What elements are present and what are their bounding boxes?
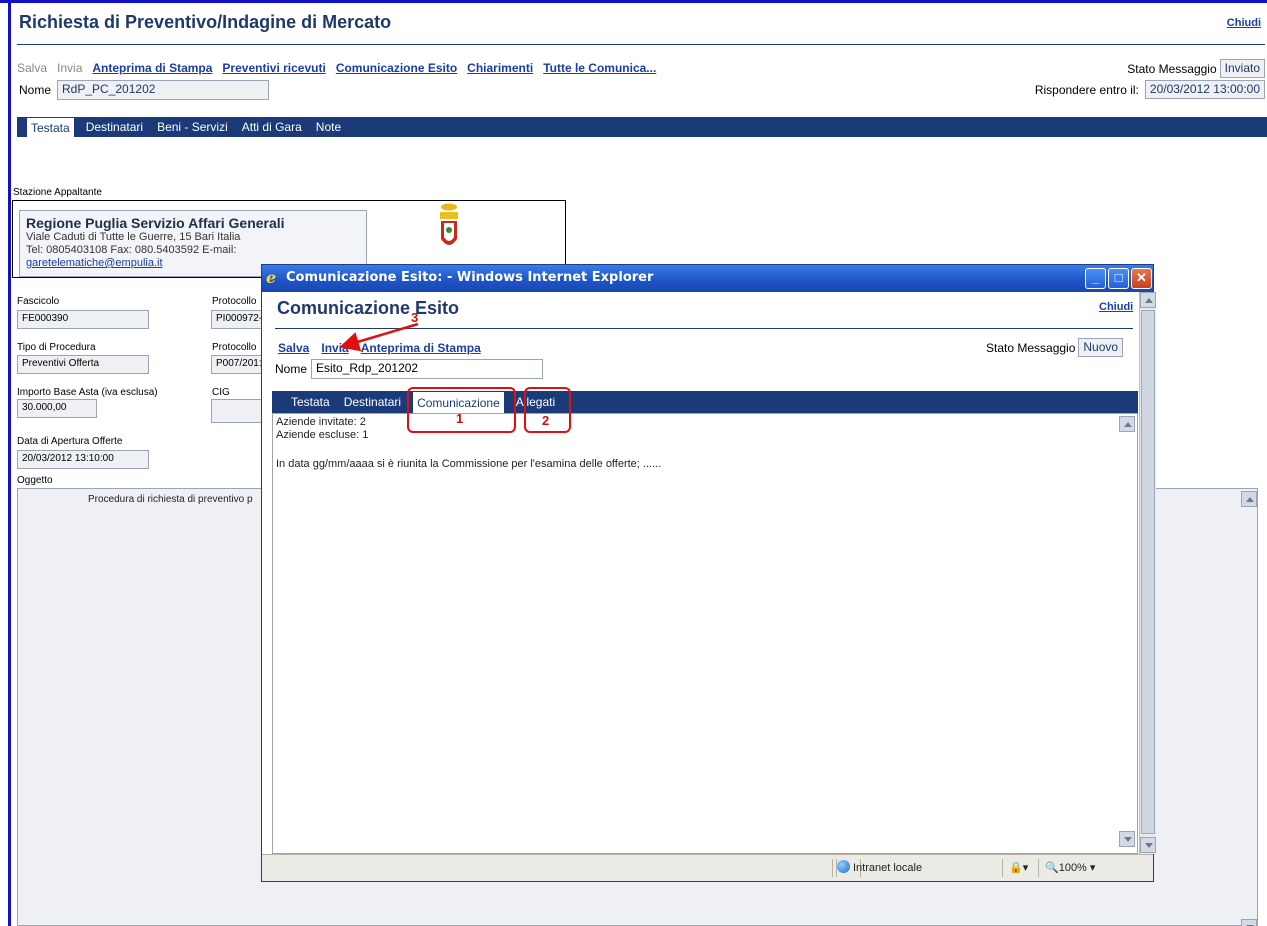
window-scroll-down-icon[interactable] bbox=[1140, 837, 1156, 853]
content-line-commissione: In data gg/mm/aaaa si è riunita la Commi… bbox=[276, 458, 662, 470]
rispondere-value: 20/03/2012 13:00:00 bbox=[1144, 80, 1265, 99]
comunicazione-esito-link[interactable]: Comunicazione Esito bbox=[336, 61, 457, 75]
fascicolo-field: FE000390 bbox=[17, 310, 149, 329]
annotation-1: 1 bbox=[456, 411, 464, 426]
tipo-procedura-field: Preventivi Offerta bbox=[17, 355, 149, 374]
tipo-procedura-label: Tipo di Procedura bbox=[17, 342, 96, 353]
tab-testata[interactable]: Testata bbox=[27, 118, 74, 137]
content-line-invitate: Aziende invitate: 2 bbox=[276, 416, 366, 428]
scroll-up-icon[interactable] bbox=[1241, 491, 1257, 507]
stato-messaggio: Stato Messaggio Inviato bbox=[1127, 59, 1265, 78]
window-scroll-up-icon[interactable] bbox=[1140, 292, 1156, 308]
highlight-comunicazione bbox=[407, 387, 516, 433]
chiarimenti-link[interactable]: Chiarimenti bbox=[467, 61, 533, 75]
ie-statusbar: Intranet locale 🔒▾ 🔍100% ▾ bbox=[262, 854, 1153, 881]
oggetto-label: Oggetto bbox=[17, 475, 53, 486]
close-icon[interactable]: ✕ bbox=[1131, 268, 1152, 289]
popup-stato-label: Stato Messaggio bbox=[986, 340, 1076, 355]
stato-value: Inviato bbox=[1219, 59, 1265, 78]
fascicolo-label: Fascicolo bbox=[17, 296, 60, 307]
invia-button: Invia bbox=[57, 61, 83, 75]
close-link[interactable]: Chiudi bbox=[1227, 17, 1261, 29]
left-border bbox=[8, 0, 11, 926]
tutte-comunicazioni-link[interactable]: Tutte le Comunica... bbox=[543, 61, 656, 75]
salva-button: Salva bbox=[17, 61, 48, 75]
intranet-globe-icon bbox=[837, 860, 850, 873]
stazione-contacts: Tel: 0805403108 Fax: 080.5403592 E-mail: bbox=[26, 244, 237, 256]
zoom-control[interactable]: 🔍100% ▾ bbox=[1038, 859, 1128, 877]
content-scroll-down-icon[interactable] bbox=[1119, 831, 1135, 847]
rispondere-label: Rispondere entro il: bbox=[1034, 82, 1139, 97]
tab-beni-servizi[interactable]: Beni - Servizi bbox=[155, 120, 230, 137]
ie-icon: e bbox=[266, 268, 277, 287]
top-border bbox=[0, 0, 1267, 3]
content-scroll-up-icon[interactable] bbox=[1119, 416, 1135, 432]
importo-field: 30.000,00 bbox=[17, 399, 97, 418]
protocollo-field-1: PI000972- bbox=[211, 310, 263, 329]
window-scroll-thumb[interactable] bbox=[1141, 310, 1155, 834]
popup-tabbar: Testata Destinatari Comunicazione Allega… bbox=[272, 391, 1138, 413]
content-line-escluse: Aziende escluse: 1 bbox=[276, 429, 369, 441]
oggetto-text: Procedura di richiesta di preventivo p bbox=[88, 494, 253, 505]
page-title: Richiesta di Preventivo/Indagine di Merc… bbox=[19, 12, 392, 32]
window-title: Comunicazione Esito: - Windows Internet … bbox=[286, 270, 654, 285]
anteprima-stampa-link[interactable]: Anteprima di Stampa bbox=[92, 61, 212, 75]
popup-stato: Stato Messaggio Nuovo bbox=[986, 338, 1124, 357]
comunicazione-textarea[interactable]: Aziende invitate: 2 Aziende escluse: 1 I… bbox=[272, 413, 1138, 854]
main-toolbar: Salva Invia Anteprima di Stampa Preventi… bbox=[17, 61, 656, 75]
main-tabbar: Testata Destinatari Beni - Servizi Atti … bbox=[17, 117, 1267, 137]
regione-logo bbox=[440, 203, 458, 245]
nome-label: Nome bbox=[19, 83, 52, 97]
protocollo-label-2: Protocollo bbox=[212, 342, 257, 353]
window-scrollbar[interactable] bbox=[1139, 292, 1156, 854]
tab-note[interactable]: Note bbox=[314, 120, 343, 137]
popup-nome-row: Nome Esito_Rdp_201202 bbox=[275, 359, 544, 379]
popup-stato-value: Nuovo bbox=[1078, 338, 1124, 357]
annotation-arrow bbox=[339, 322, 419, 352]
protected-mode-icon[interactable]: 🔒▾ bbox=[1002, 859, 1038, 877]
stazione-name: Regione Puglia Servizio Affari Generali bbox=[26, 215, 285, 231]
popup-nome-label: Nome bbox=[275, 362, 308, 376]
data-apertura-label: Data di Apertura Offerte bbox=[17, 436, 123, 447]
popup-content: Comunicazione Esito Chiudi Salva Invia A… bbox=[270, 292, 1156, 854]
importo-label: Importo Base Asta (iva esclusa) bbox=[17, 387, 158, 398]
popup-close-link[interactable]: Chiudi bbox=[1099, 301, 1133, 313]
zoom-value: 100% bbox=[1058, 862, 1087, 874]
cig-label: CIG bbox=[212, 387, 230, 398]
stazione-address: Viale Caduti di Tutte le Guerre, 15 Bari… bbox=[26, 231, 241, 243]
rispondere-entro: Rispondere entro il: 20/03/2012 13:00:00 bbox=[1035, 80, 1265, 99]
cig-field bbox=[211, 399, 263, 423]
preventivi-ricevuti-link[interactable]: Preventivi ricevuti bbox=[222, 61, 325, 75]
stato-label: Stato Messaggio bbox=[1127, 61, 1217, 76]
window-titlebar[interactable]: e Comunicazione Esito: - Windows Interne… bbox=[262, 265, 1153, 292]
protocollo-field-2: P007/201: bbox=[211, 355, 263, 374]
stazione-label: Stazione Appaltante bbox=[13, 187, 102, 198]
protocollo-label-1: Protocollo bbox=[212, 296, 257, 307]
maximize-icon[interactable]: □ bbox=[1108, 268, 1129, 289]
tab-destinatari[interactable]: Destinatari bbox=[84, 120, 145, 137]
popup-tab-testata[interactable]: Testata bbox=[289, 395, 332, 413]
title-divider bbox=[17, 44, 1265, 45]
annotation-2: 2 bbox=[542, 413, 550, 428]
popup-nome-field[interactable]: Esito_Rdp_201202 bbox=[311, 359, 544, 379]
scroll-down-icon[interactable] bbox=[1241, 919, 1257, 926]
tab-atti-di-gara[interactable]: Atti di Gara bbox=[240, 120, 304, 137]
popup-salva-button[interactable]: Salva bbox=[278, 341, 309, 355]
statusbar-zone: Intranet locale bbox=[832, 859, 1002, 877]
nome-field[interactable]: RdP_PC_201202 bbox=[57, 80, 270, 100]
nome-row: Nome RdP_PC_201202 bbox=[19, 80, 270, 100]
zone-text: Intranet locale bbox=[853, 862, 923, 874]
popup-tab-destinatari[interactable]: Destinatari bbox=[342, 395, 403, 413]
minimize-icon[interactable]: _ bbox=[1085, 268, 1106, 289]
data-apertura-field: 20/03/2012 13:10:00 bbox=[17, 450, 149, 469]
